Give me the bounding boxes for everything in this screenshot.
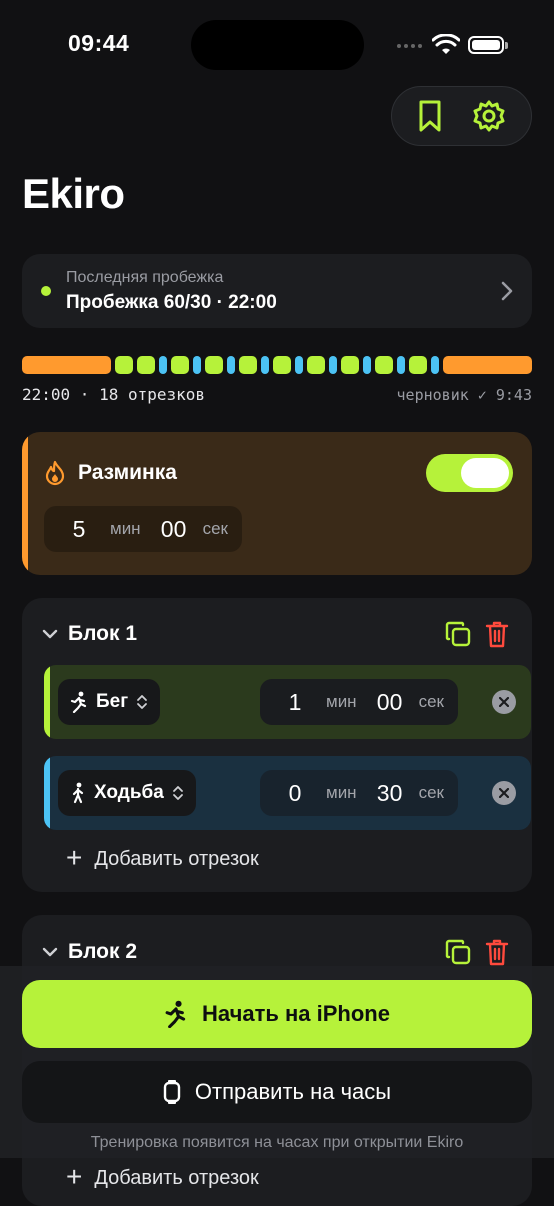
segment-min-unit: мин [326,692,357,711]
cellular-signal-icon [397,44,422,48]
watch-icon [163,1080,181,1104]
remove-segment-button[interactable] [492,781,516,805]
timeline-segment-run [115,356,133,374]
top-actions-pill [391,86,532,146]
warmup-sec-unit: сек [202,519,228,538]
timeline-segment-run [409,356,427,374]
timeline-segment-cool [443,356,532,374]
add-segment-button[interactable]: + Добавить отрезок [66,1161,259,1192]
timeline-segment-run [239,356,257,374]
watch-label: Отправить на часы [194,1079,392,1104]
add-segment-button[interactable]: + Добавить отрезок [66,842,259,873]
timeline-segment-walk [193,356,201,374]
gear-icon[interactable] [472,99,506,133]
start-on-iphone-button[interactable]: Начать на iPhone [22,980,532,1048]
timeline-segment-run [205,356,223,374]
timeline-segment-walk [295,356,303,374]
app-title: Ekiro [22,170,125,217]
trash-icon[interactable] [484,619,510,649]
segment-type-label: Бег [96,691,129,712]
segment-seconds[interactable]: 00 [369,689,411,716]
plus-icon: + [66,1161,83,1192]
segment-minutes[interactable]: 0 [280,780,310,807]
segment-type-picker[interactable]: Ходьба [58,770,196,816]
chevron-updown-icon [137,695,148,709]
add-segment-label: Добавить отрезок [94,1166,259,1189]
timeline-segment-warm [22,356,111,374]
last-run-card[interactable]: Последняя пробежка Пробежка 60/30 · 22:0… [22,254,532,328]
warmup-duration[interactable]: 5 мин 00 сек [44,506,242,552]
duplicate-icon[interactable] [444,620,472,648]
segment-type-picker[interactable]: Бег [58,679,161,725]
warmup-title: Разминка [78,461,177,484]
warmup-seconds[interactable]: 00 [153,516,195,543]
chevron-right-icon [501,281,513,301]
running-icon [70,691,87,713]
timeline-segment-run [307,356,325,374]
warmup-minutes[interactable]: 5 [64,516,94,543]
start-label: Начать на iPhone [202,1001,390,1026]
segment-duration[interactable]: 1 мин 00 сек [260,679,458,725]
status-time: 09:44 [68,30,130,56]
warmup-accent-bar [22,432,28,575]
timeline-summary: 22:00 · 18 отрезков [22,385,206,404]
watch-hint: Тренировка появится на часах при открыти… [90,1134,464,1151]
segment-minutes[interactable]: 1 [280,689,310,716]
flame-icon [45,460,65,486]
warmup-min-unit: мин [110,519,141,538]
warmup-toggle[interactable] [426,454,513,492]
last-run-label: Последняя пробежка [66,269,224,286]
block-card-1: Блок 1 Бег 1 мин 00 сек Ходьба 0 мин 30 … [22,598,532,892]
timeline-segment-walk [261,356,269,374]
timeline-segment-run [375,356,393,374]
add-segment-label: Добавить отрезок [94,847,259,870]
chevron-down-icon[interactable] [42,628,58,640]
segment-accent-bar [44,665,50,739]
dynamic-island [191,20,364,70]
segment-sec-unit: сек [418,783,444,802]
close-icon [499,697,509,707]
close-icon [499,788,509,798]
timeline-segment-walk [363,356,371,374]
timeline-segment-walk [431,356,439,374]
segment-row: Ходьба 0 мин 30 сек [44,756,531,830]
segment-min-unit: мин [326,783,357,802]
segment-type-label: Ходьба [94,782,164,803]
segment-seconds[interactable]: 30 [369,780,411,807]
chevron-updown-icon [172,786,183,800]
timeline-segment-walk [397,356,405,374]
timeline-segment-run [137,356,155,374]
timeline-segment-run [341,356,359,374]
toggle-knob [461,458,509,488]
timeline-segment-run [273,356,291,374]
duplicate-icon[interactable] [444,938,472,966]
draft-status: черновик ✓ 9:43 [396,386,532,404]
timeline-segment-run [171,356,189,374]
segment-accent-bar [44,756,50,830]
workout-timeline [22,356,532,374]
timeline-segment-walk [159,356,167,374]
trash-icon[interactable] [484,937,510,967]
running-icon [165,1000,186,1028]
segment-sec-unit: сек [418,692,444,711]
bookmark-icon[interactable] [417,99,443,133]
timeline-segment-walk [227,356,235,374]
battery-icon [468,36,508,54]
block-title: Блок 1 [68,622,138,645]
plus-icon: + [66,842,83,873]
block-title: Блок 2 [68,940,138,963]
walking-icon [72,782,84,804]
timeline-segment-walk [329,356,337,374]
last-run-value: Пробежка 60/30 · 22:00 [66,292,277,313]
chevron-down-icon[interactable] [42,946,58,958]
wifi-icon [432,34,460,54]
send-to-watch-button[interactable]: Отправить на часы [22,1061,532,1123]
segment-duration[interactable]: 0 мин 30 сек [260,770,458,816]
remove-segment-button[interactable] [492,690,516,714]
warmup-card: Разминка 5 мин 00 сек [22,432,532,575]
segment-row: Бег 1 мин 00 сек [44,665,531,739]
status-dot-icon [41,286,51,296]
